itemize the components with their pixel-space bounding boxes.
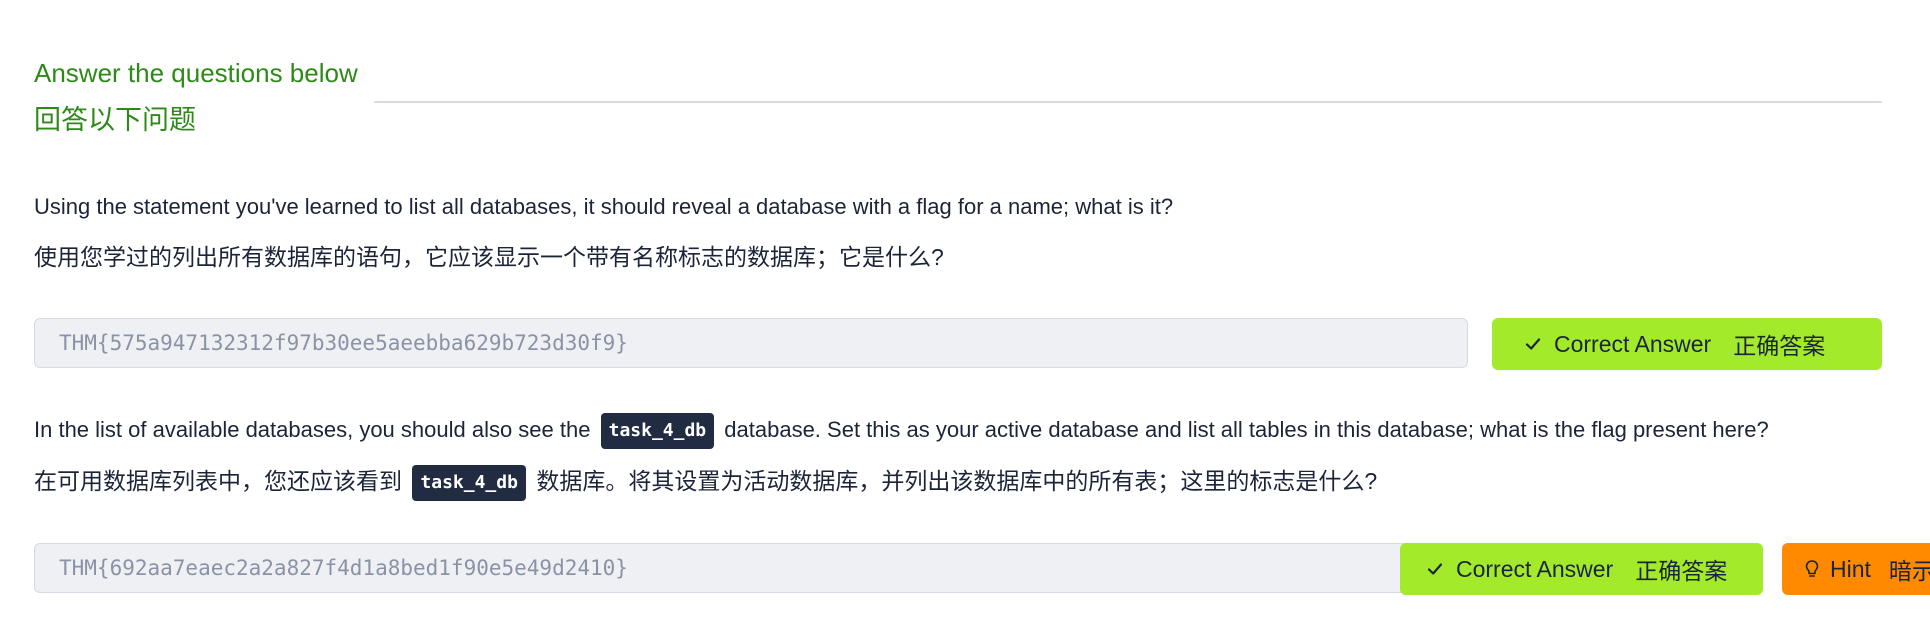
question-2-text-zh-before: 在可用数据库列表中，您还应该看到	[34, 468, 402, 495]
question-2-text-en-after: database. Set this as your active databa…	[724, 416, 1769, 442]
question-2-text-en: In the list of available databases, you …	[34, 413, 1769, 449]
correct-answer-label-en: Correct Answer	[1554, 330, 1712, 357]
question-2-text-en-before: In the list of available databases, you …	[34, 416, 591, 442]
question-2-text-zh: 在可用数据库列表中，您还应该看到 task_4_db 数据库。将其设置为活动数据…	[34, 465, 1377, 501]
check-icon	[1524, 335, 1542, 353]
hint-label-zh: 暗示	[1888, 558, 1930, 584]
correct-answer-label-zh: 正确答案	[1635, 558, 1728, 584]
correct-answer-label-en: Correct Answer	[1456, 555, 1614, 582]
heading-title-zh: 回答以下问题	[34, 105, 196, 135]
hint-label-en: Hint	[1830, 555, 1871, 582]
question-1-answer-field[interactable]: THM{575a947132312f97b30ee5aeebba629b723d…	[34, 318, 1468, 368]
question-2-correct-answer-button[interactable]: Correct Answer 正确答案	[1400, 543, 1763, 595]
heading-title-en: Answer the questions below	[34, 58, 358, 88]
database-name-code: task_4_db	[600, 413, 715, 449]
question-2-answer-field[interactable]: THM{692aa7eaec2a2a827f4d1a8bed1f90e5e49d…	[34, 543, 1468, 593]
correct-answer-label-zh: 正确答案	[1733, 333, 1826, 359]
question-2-text-zh-after: 数据库。将其设置为活动数据库，并列出该数据库中的所有表；这里的标志是什么?	[536, 468, 1378, 495]
check-icon	[1426, 560, 1444, 578]
questions-heading: Answer the questions below 回答以下问题	[34, 54, 358, 140]
question-1-answer-value: THM{575a947132312f97b30ee5aeebba629b723d…	[59, 331, 628, 355]
question-1-text-zh: 使用您学过的列出所有数据库的语句，它应该显示一个带有名称标志的数据库；它是什么?	[34, 244, 944, 270]
lightbulb-icon	[1804, 559, 1820, 579]
question-1-text-en: Using the statement you've learned to li…	[34, 194, 1174, 219]
task-questions-panel: Answer the questions below 回答以下问题 Using …	[0, 0, 1930, 639]
database-name-code: task_4_db	[412, 465, 526, 501]
question-1-correct-answer-button[interactable]: Correct Answer 正确答案	[1492, 318, 1882, 370]
heading-divider	[374, 101, 1882, 103]
question-2-answer-value: THM{692aa7eaec2a2a827f4d1a8bed1f90e5e49d…	[59, 556, 628, 580]
question-2-hint-button[interactable]: Hint 暗示	[1782, 543, 1930, 595]
